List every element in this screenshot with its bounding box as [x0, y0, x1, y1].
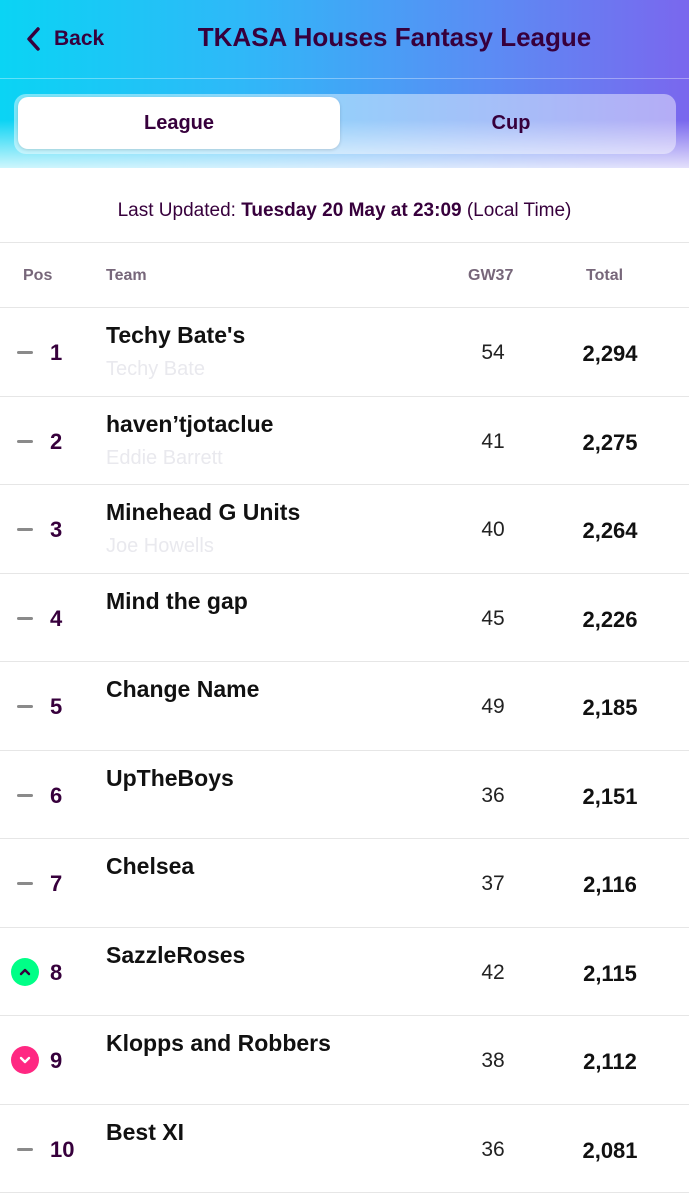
position-number: 2: [50, 428, 63, 454]
position-number: 1: [50, 340, 63, 365]
gameweek-points: 49: [481, 695, 505, 718]
gameweek-points: 36: [481, 783, 505, 807]
dash-icon: [17, 1147, 33, 1151]
position-number: 3: [50, 517, 63, 542]
table-header: Pos Team GW37 Total: [0, 242, 689, 308]
back-label: Back: [54, 27, 105, 50]
table-row[interactable]: 10 Best XI 36 2,081: [0, 1105, 689, 1193]
gameweek-points: 42: [481, 960, 505, 984]
last-updated-suffix: (Local Time): [461, 200, 572, 221]
position-number: 9: [50, 1048, 63, 1073]
last-updated: Last Updated: Tuesday 20 May at 23:09 (L…: [0, 200, 689, 222]
chevron-left-icon: [27, 27, 40, 51]
position-number: 10: [50, 1136, 75, 1162]
position-number: 6: [50, 782, 63, 808]
gameweek-points: 37: [481, 872, 505, 895]
table-row[interactable]: 8 SazzleRoses 42 2,115: [0, 928, 689, 1016]
total-points: 2,081: [582, 1137, 638, 1163]
team-name: Klopps and Robbers: [106, 1030, 331, 1056]
total-points: 2,264: [582, 518, 638, 543]
position-number: 7: [50, 871, 63, 896]
standings-list: 1 Techy Bate's Techy Bate 54 2,294 2 haven’tjo…: [0, 308, 689, 1193]
manager-name: Joe Howells: [106, 535, 214, 557]
table-row[interactable]: 4 Mind the gap 45 2,226: [0, 574, 689, 662]
column-total: Total: [586, 267, 624, 284]
table-row[interactable]: 6 UpTheBoys 36 2,151: [0, 751, 689, 839]
total-points: 2,294: [582, 341, 638, 366]
total-points: 2,112: [583, 1049, 637, 1074]
last-updated-datetime: Tuesday 20 May at 23:09: [241, 200, 462, 221]
last-updated-prefix: Last Updated:: [117, 200, 242, 221]
team-name: Mind the gap: [106, 587, 248, 614]
dash-icon: [17, 793, 33, 797]
tab-cup[interactable]: Cup: [350, 97, 672, 149]
team-name: SazzleRoses: [106, 941, 246, 968]
team-name: Change Name: [106, 676, 260, 702]
table-row[interactable]: 3 Minehead G Units Joe Howells 40 2,264: [0, 485, 689, 574]
header-divider: [0, 78, 689, 79]
position-number: 5: [50, 694, 63, 719]
team-name: Techy Bate's: [106, 322, 246, 348]
dash-icon: [17, 439, 33, 443]
table-row[interactable]: 7 Chelsea 37 2,116: [0, 839, 689, 928]
team-name: Chelsea: [106, 853, 195, 879]
tab-switcher: League Cup: [14, 94, 676, 154]
dash-icon: [17, 882, 33, 885]
table-row[interactable]: 2 haven’tjotaclue Eddie Barrett 41 2,275: [0, 397, 689, 485]
dash-icon: [17, 528, 33, 531]
position-number: 4: [50, 605, 63, 631]
gameweek-points: 38: [481, 1049, 505, 1072]
dash-icon: [17, 616, 33, 620]
tab-league[interactable]: League: [18, 97, 340, 149]
table-row[interactable]: 9 Klopps and Robbers 38 2,112: [0, 1016, 689, 1105]
column-pos: Pos: [23, 267, 53, 284]
team-name: haven’tjotaclue: [106, 410, 274, 437]
total-points: 2,226: [582, 606, 638, 632]
back-button[interactable]: Back: [24, 22, 104, 56]
column-gw: GW37: [468, 267, 514, 284]
manager-name: Techy Bate: [106, 358, 205, 380]
total-points: 2,151: [582, 783, 638, 809]
gameweek-points: 41: [481, 429, 505, 453]
column-team: Team: [106, 267, 147, 284]
table-row[interactable]: 5 Change Name 49 2,185: [0, 662, 689, 751]
chevron-up-icon: [11, 957, 39, 986]
total-points: 2,185: [582, 695, 638, 720]
total-points: 2,275: [582, 429, 638, 455]
team-name: Best XI: [106, 1118, 184, 1145]
total-points: 2,115: [583, 960, 637, 986]
total-points: 2,116: [583, 872, 637, 897]
page-title: TKASA Houses Fantasy League: [197, 22, 592, 52]
manager-name: Eddie Barrett: [106, 446, 223, 469]
chevron-down-icon: [11, 1046, 39, 1074]
gameweek-points: 36: [481, 1137, 505, 1161]
gameweek-points: 54: [481, 341, 505, 364]
team-name: UpTheBoys: [106, 764, 234, 791]
dash-icon: [17, 351, 33, 354]
table-row[interactable]: 1 Techy Bate's Techy Bate 54 2,294: [0, 308, 689, 397]
header: Back TKASA Houses Fantasy League League …: [0, 0, 689, 180]
position-number: 8: [50, 959, 63, 985]
team-name: Minehead G Units: [106, 499, 301, 525]
gameweek-points: 40: [481, 518, 505, 541]
gameweek-points: 45: [481, 606, 505, 630]
dash-icon: [17, 705, 33, 708]
